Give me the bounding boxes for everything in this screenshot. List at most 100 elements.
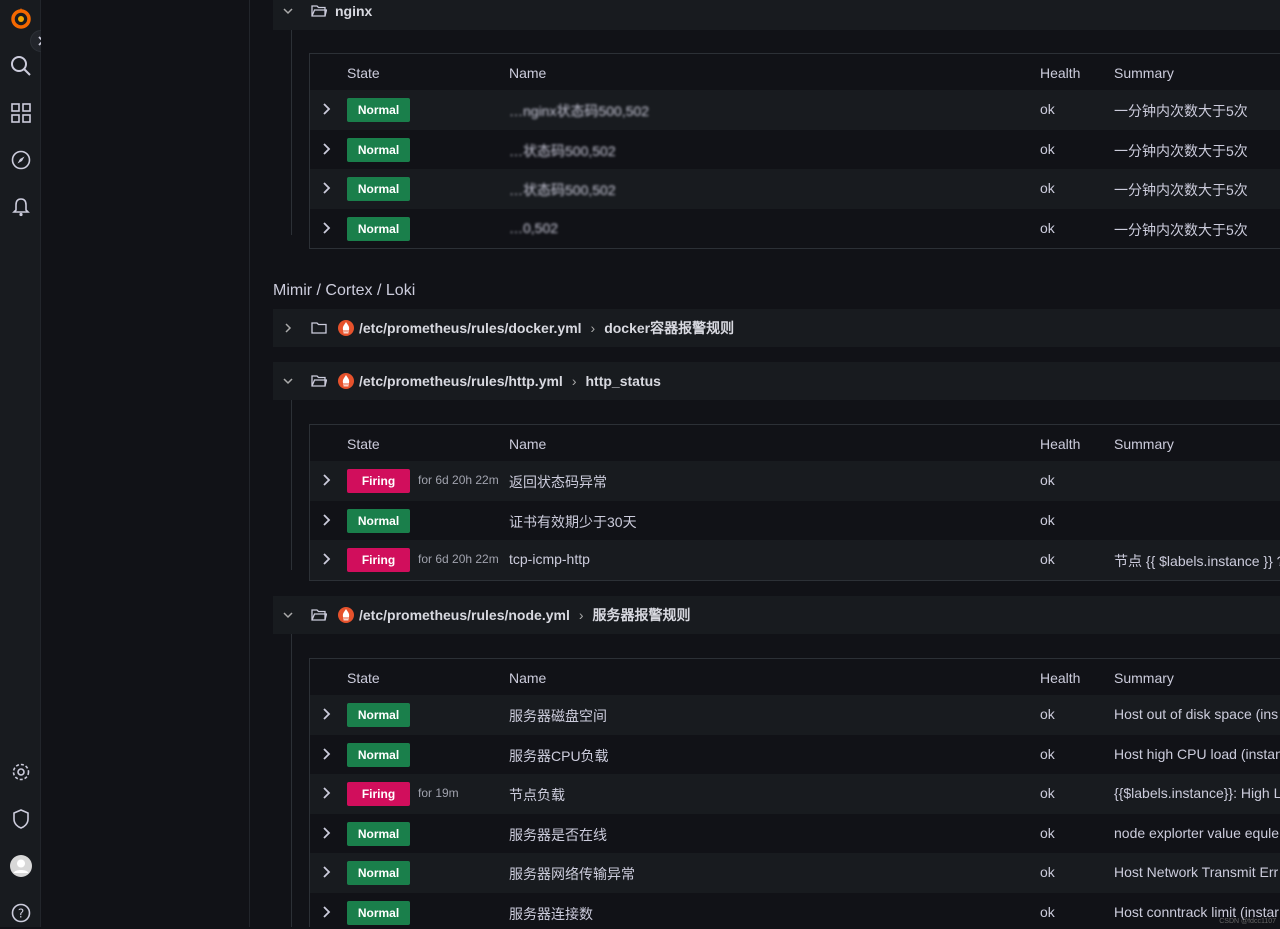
rule-summary: 节点 {{ $labels.instance }} ?: [1114, 553, 1280, 570]
rule-summary: Host high CPU load (instan: [1114, 745, 1280, 762]
expand-chevron-icon[interactable]: [322, 905, 332, 921]
explore-compass-icon[interactable]: [0, 144, 41, 176]
rule-name: 服务器CPU负载: [509, 747, 609, 764]
sidebar: ?: [0, 0, 41, 927]
header-health: Health: [1040, 436, 1081, 452]
firing-duration: for 6d 20h 22m: [418, 473, 499, 487]
alerting-bell-icon[interactable]: [0, 191, 41, 223]
rule-summary: node explorter value equle: [1114, 824, 1280, 841]
expand-chevron-icon[interactable]: [322, 865, 332, 881]
group-name: nginx: [335, 3, 373, 19]
separator: ›: [578, 607, 584, 623]
expand-chevron-icon[interactable]: [322, 473, 332, 489]
rule-group-header-nginx[interactable]: nginx: [273, 0, 1280, 30]
dashboards-icon[interactable]: [0, 97, 41, 129]
header-name: Name: [509, 670, 547, 686]
chevron-down-icon[interactable]: [273, 6, 303, 16]
tree-line: [291, 634, 292, 927]
header-summary: Summary: [1114, 65, 1174, 81]
rule-summary: {{$labels.instance}}: High L: [1114, 785, 1280, 802]
rule-name: 服务器是否在线: [509, 826, 607, 843]
rule-health: ok: [1040, 824, 1055, 841]
expand-chevron-icon[interactable]: [322, 181, 332, 197]
rule-group-header-http[interactable]: /etc/prometheus/rules/http.yml › http_st…: [273, 362, 1280, 400]
user-avatar-icon[interactable]: [0, 850, 41, 882]
rule-name: …nginx状态码500,502: [509, 103, 650, 119]
expand-chevron-icon[interactable]: [322, 707, 332, 723]
expand-chevron-icon[interactable]: [322, 552, 332, 568]
table-row[interactable]: Firing for 6d 20h 22m tcp-icmp-http ok 节…: [310, 540, 1280, 580]
expand-chevron-icon[interactable]: [322, 513, 332, 529]
help-icon[interactable]: ?: [0, 897, 41, 929]
state-badge: Normal: [347, 508, 410, 533]
folder-icon: [303, 321, 335, 335]
shield-icon[interactable]: [0, 803, 41, 835]
state-badge: Normal: [347, 98, 410, 122]
group-path: /etc/prometheus/rules/node.yml: [359, 607, 570, 623]
rule-summary: 一分钟内次数大于5次: [1114, 103, 1248, 119]
rule-health: ok: [1040, 140, 1055, 157]
rule-name: tcp-icmp-http: [509, 551, 590, 568]
chevron-down-icon[interactable]: [273, 376, 303, 386]
state-badge: Normal: [347, 900, 410, 925]
expand-chevron-icon[interactable]: [322, 102, 332, 118]
separator: ›: [571, 373, 577, 389]
rule-health: ok: [1040, 903, 1055, 920]
header-state: State: [347, 436, 380, 452]
table-row[interactable]: Normal 服务器磁盘空间 ok Host out of disk space…: [310, 695, 1280, 735]
expand-chevron-icon[interactable]: [322, 747, 332, 763]
watermark: CSDN @fdcc1107: [1219, 918, 1276, 925]
svg-text:?: ?: [17, 907, 23, 921]
header-health: Health: [1040, 670, 1081, 686]
table-row[interactable]: Normal 服务器CPU负载 ok Host high CPU load (i…: [310, 735, 1280, 775]
expand-chevron-icon[interactable]: [322, 826, 332, 842]
table-row[interactable]: Normal 证书有效期少于30天 ok: [310, 501, 1280, 541]
table-row[interactable]: Normal …状态码500,502 ok 一分钟内次数大于5次: [310, 169, 1280, 209]
table-row[interactable]: Normal 服务器连接数 ok Host conntrack limit (i…: [310, 893, 1280, 927]
table-row[interactable]: Firing for 6d 20h 22m 返回状态码异常 ok: [310, 461, 1280, 501]
state-badge: Normal: [347, 821, 410, 846]
table-row[interactable]: Normal …0,502 ok 一分钟内次数大于5次: [310, 209, 1280, 249]
separator: ›: [590, 320, 596, 336]
chevron-down-icon[interactable]: [273, 610, 303, 620]
search-icon[interactable]: [0, 50, 41, 82]
group-path: /etc/prometheus/rules/docker.yml: [359, 320, 582, 336]
table-header: State Name Health Summary: [310, 425, 1280, 461]
group-name: 服务器报警规则: [592, 607, 691, 623]
table-row[interactable]: Normal …nginx状态码500,502 ok 一分钟内次数大于5次: [310, 90, 1280, 130]
chevron-right-icon[interactable]: [273, 323, 303, 333]
rule-name: 服务器网络传输异常: [509, 866, 635, 883]
header-state: State: [347, 670, 380, 686]
state-badge: Normal: [347, 742, 410, 767]
expand-chevron-icon[interactable]: [322, 142, 332, 158]
table-row[interactable]: Normal 服务器网络传输异常 ok Host Network Transmi…: [310, 853, 1280, 893]
rule-health: ok: [1040, 745, 1055, 762]
expand-chevron-icon[interactable]: [322, 786, 332, 802]
rule-health: ok: [1040, 219, 1055, 236]
table-row[interactable]: Normal …状态码500,502 ok 一分钟内次数大于5次: [310, 130, 1280, 170]
folder-open-icon: [303, 608, 335, 622]
table-row[interactable]: Firing for 19m 节点负载 ok {{$labels.instanc…: [310, 774, 1280, 814]
grafana-logo-icon[interactable]: [0, 2, 41, 34]
prometheus-logo-icon: [335, 373, 357, 389]
state-badge: Firing: [347, 782, 410, 807]
state-badge: Firing: [347, 469, 410, 493]
rule-health: ok: [1040, 101, 1055, 117]
rule-name: 服务器磁盘空间: [509, 708, 607, 724]
state-badge: Firing: [347, 548, 410, 573]
expand-chevron-icon[interactable]: [322, 221, 332, 237]
rule-group-header-node[interactable]: /etc/prometheus/rules/node.yml › 服务器报警规则: [273, 596, 1280, 634]
table-header: State Name Health Summary: [310, 54, 1280, 90]
rule-health: ok: [1040, 511, 1055, 528]
rule-health: ok: [1040, 551, 1055, 568]
rule-group-header-docker[interactable]: /etc/prometheus/rules/docker.yml › docke…: [273, 309, 1280, 347]
table-header: State Name Health Summary: [310, 659, 1280, 695]
rules-table-nginx: State Name Health Summary Normal …nginx状…: [309, 53, 1280, 250]
prometheus-logo-icon: [335, 607, 357, 623]
rule-name: 证书有效期少于30天: [509, 513, 637, 530]
table-row[interactable]: Normal 服务器是否在线 ok node explorter value e…: [310, 814, 1280, 854]
main-content: nginx State Name Health Summary Normal ……: [250, 0, 1280, 927]
tree-line: [291, 30, 292, 235]
settings-gear-icon[interactable]: [0, 756, 41, 788]
header-name: Name: [509, 436, 547, 452]
